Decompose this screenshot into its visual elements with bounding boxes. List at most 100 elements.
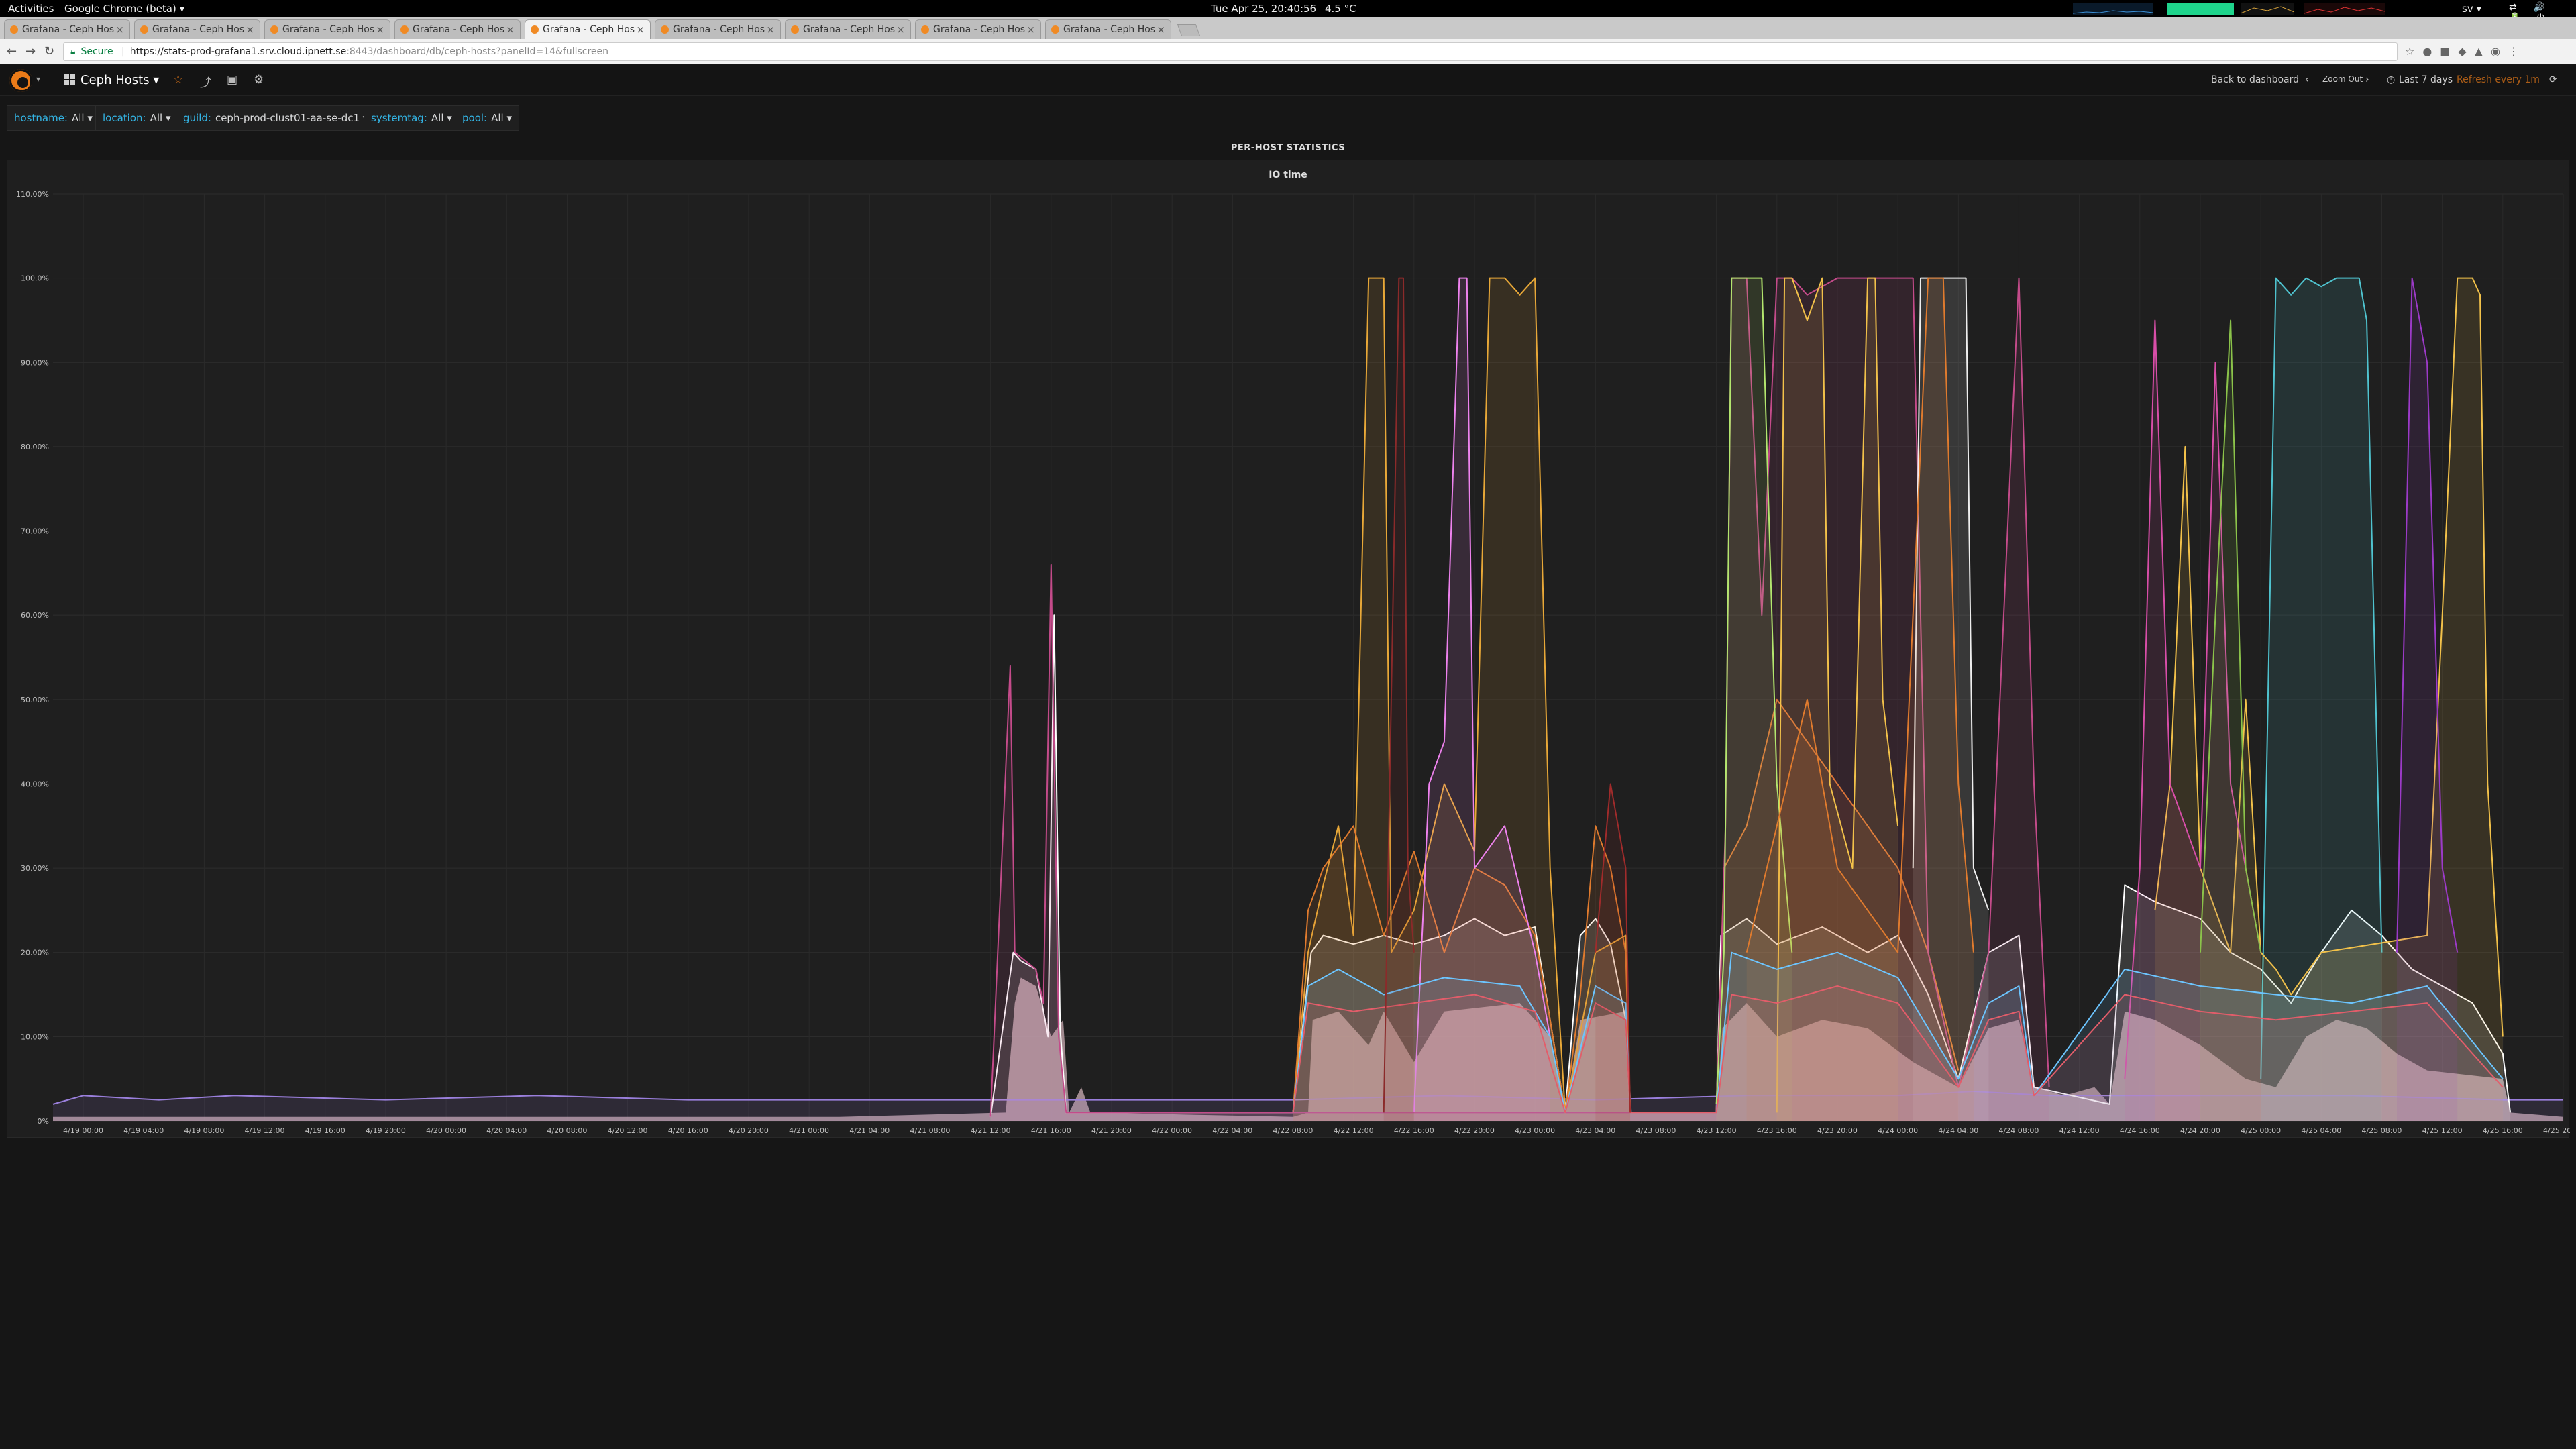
grafana-logo-icon[interactable] [9, 69, 32, 92]
io-time-graph[interactable]: 0% 10.00% 20.00% 30.00% 40.00% 50.00% 60.00% 70… [7, 160, 2570, 1138]
x-tick-label: 4/23 12:00 [1697, 1126, 1737, 1135]
y-tick-label: 50.00% [21, 696, 49, 704]
browser-tab[interactable]: Grafana - Ceph Hos × [394, 19, 521, 39]
variable-guild[interactable]: guild: ceph-prod-clust01-aa-se-dc1 ▾ [176, 105, 376, 131]
weather-indicator[interactable]: 4.5 °C [1325, 3, 1356, 15]
lock-icon: 🔒︎ [70, 46, 76, 57]
x-tick-label: 4/25 08:00 [2362, 1126, 2402, 1135]
x-tick-label: 4/23 08:00 [1636, 1126, 1676, 1135]
save-icon[interactable]: ▣ [227, 73, 237, 87]
reload-icon[interactable]: ↻ [44, 44, 54, 58]
graph-panel[interactable]: IO time 0% 10.00% 20.00% 30.00% 40.00% 50.00%… [7, 160, 2570, 1138]
back-to-dashboard-button[interactable]: Back to dashboard [2211, 74, 2299, 85]
close-tab-icon[interactable]: × [115, 23, 124, 36]
close-tab-icon[interactable]: × [1157, 23, 1165, 36]
gear-icon[interactable]: ⚙ [254, 73, 264, 87]
browser-tab[interactable]: Grafana - Ceph Hos × [1045, 19, 1171, 39]
variable-hostname[interactable]: hostname: All ▾ [7, 105, 100, 131]
x-tick-label: 4/21 00:00 [789, 1126, 829, 1135]
browser-tab-strip: Grafana - Ceph Hos × Grafana - Ceph Hos × … [0, 17, 2576, 39]
x-tick-label: 4/24 16:00 [2120, 1126, 2160, 1135]
x-tick-label: 4/20 08:00 [547, 1126, 587, 1135]
browser-tab[interactable]: Grafana - Ceph Hos × [785, 19, 911, 39]
x-tick-label: 4/25 04:00 [2301, 1126, 2341, 1135]
chevron-right-icon[interactable]: › [2365, 74, 2369, 85]
browser-tab-active[interactable]: Grafana - Ceph Hos × [525, 19, 651, 39]
y-tick-label: 60.00% [21, 611, 49, 620]
close-tab-icon[interactable]: × [896, 23, 905, 36]
y-tick-label: 80.00% [21, 443, 49, 451]
close-tab-icon[interactable]: × [246, 23, 254, 36]
close-tab-icon[interactable]: × [636, 23, 645, 36]
activities-button[interactable]: Activities [8, 3, 54, 15]
dashboard-grid-icon [64, 74, 75, 85]
time-range-picker[interactable]: Last 7 days [2399, 74, 2453, 85]
share-icon[interactable]: ⤴ [200, 73, 211, 90]
y-tick-label: 110.00% [16, 190, 49, 199]
browser-tab[interactable]: Grafana - Ceph Hos × [4, 19, 130, 39]
y-tick-label: 20.00% [21, 949, 49, 957]
new-tab-button[interactable] [1177, 24, 1201, 36]
grafana-favicon-icon [921, 25, 929, 34]
x-tick-label: 4/23 20:00 [1817, 1126, 1858, 1135]
chevron-down-icon[interactable]: ▾ [36, 74, 40, 84]
x-tick-label: 4/24 20:00 [2180, 1126, 2220, 1135]
x-tick-label: 4/23 04:00 [1575, 1126, 1615, 1135]
x-tick-label: 4/21 16:00 [1031, 1126, 1071, 1135]
x-tick-label: 4/22 04:00 [1212, 1126, 1252, 1135]
x-tick-label: 4/25 00:00 [2241, 1126, 2281, 1135]
browser-tab[interactable]: Grafana - Ceph Hos × [655, 19, 781, 39]
grafana-favicon-icon [791, 25, 799, 34]
browser-tab[interactable]: Grafana - Ceph Hos × [134, 19, 260, 39]
grafana-favicon-icon [1051, 25, 1059, 34]
zoom-out-button[interactable]: Zoom Out [2322, 74, 2363, 84]
browser-tab[interactable]: Grafana - Ceph Hos × [264, 19, 390, 39]
x-tick-label: 4/24 12:00 [2059, 1126, 2100, 1135]
app-menu[interactable]: Google Chrome (beta) ▾ [64, 3, 184, 15]
y-tick-label: 40.00% [21, 780, 49, 788]
x-tick-label: 4/19 00:00 [63, 1126, 103, 1135]
browser-tab[interactable]: Grafana - Ceph Hos × [915, 19, 1041, 39]
x-tick-label: 4/23 00:00 [1515, 1126, 1555, 1135]
url-path: :8443/dashboard/db/ceph-hosts?panelId=14… [346, 46, 609, 57]
refresh-interval[interactable]: Refresh every 1m [2457, 74, 2540, 85]
x-tick-label: 4/19 12:00 [245, 1126, 285, 1135]
star-icon[interactable]: ☆ [173, 73, 183, 87]
x-tick-label: 4/25 16:00 [2483, 1126, 2523, 1135]
x-tick-label: 4/19 16:00 [305, 1126, 345, 1135]
variable-pool[interactable]: pool: All ▾ [455, 105, 520, 131]
x-tick-label: 4/20 00:00 [426, 1126, 466, 1135]
browser-toolbar: ← → ↻ 🔒︎ Secure | https://stats-prod-grafa… [0, 39, 2576, 64]
row-title[interactable]: PER-HOST STATISTICS [0, 143, 2576, 153]
grafana-favicon-icon [531, 25, 539, 34]
x-tick-label: 4/20 04:00 [486, 1126, 527, 1135]
keyboard-layout-indicator[interactable]: sv ▾ [2462, 3, 2481, 15]
refresh-icon[interactable]: ⟳ [2549, 74, 2557, 85]
dashboard-title[interactable]: Ceph Hosts ▾ [64, 73, 159, 87]
back-arrow-icon[interactable]: ← [7, 44, 17, 58]
url-divider: | [121, 46, 125, 57]
extension-icons[interactable]: ☆●■◆▲◉⋮ [2405, 45, 2527, 58]
chevron-left-icon[interactable]: ‹ [2305, 74, 2309, 85]
forward-arrow-icon[interactable]: → [25, 44, 36, 58]
x-tick-label: 4/22 00:00 [1152, 1126, 1192, 1135]
secure-label: Secure [80, 46, 113, 57]
grafana-favicon-icon [10, 25, 18, 34]
x-tick-label: 4/21 04:00 [849, 1126, 890, 1135]
x-tick-label: 4/23 16:00 [1757, 1126, 1797, 1135]
address-bar[interactable]: 🔒︎ Secure | https://stats-prod-grafana1.sr… [63, 42, 2398, 61]
variable-location[interactable]: location: All ▾ [95, 105, 178, 131]
y-tick-label: 30.00% [21, 864, 49, 873]
y-tick-label: 70.00% [21, 527, 49, 536]
close-tab-icon[interactable]: × [376, 23, 384, 36]
clock[interactable]: Tue Apr 25, 20:40:56 [1211, 3, 1316, 15]
empty-dashboard-area [0, 1140, 2576, 1449]
variable-systemtag[interactable]: systemtag: All ▾ [364, 105, 460, 131]
x-tick-label: 4/24 08:00 [1999, 1126, 2039, 1135]
x-tick-label: 4/22 20:00 [1454, 1126, 1495, 1135]
x-tick-label: 4/24 04:00 [1938, 1126, 1978, 1135]
close-tab-icon[interactable]: × [766, 23, 775, 36]
x-tick-label: 4/24 00:00 [1878, 1126, 1918, 1135]
close-tab-icon[interactable]: × [1026, 23, 1035, 36]
close-tab-icon[interactable]: × [506, 23, 515, 36]
